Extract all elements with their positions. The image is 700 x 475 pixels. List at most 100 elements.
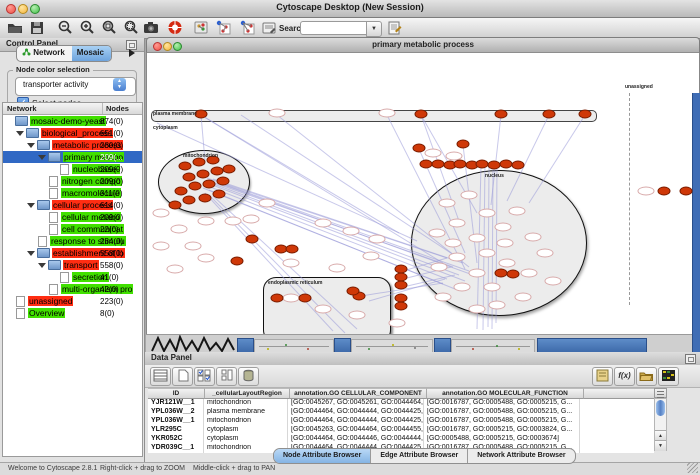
gene-node[interactable] [197, 170, 210, 179]
tree-row-overview[interactable]: Overview8(0) [3, 307, 142, 319]
app-resize-grip[interactable] [687, 462, 698, 473]
tab-mosaic[interactable]: Mosaic [72, 46, 111, 61]
tree-row-macromolecule[interactable]: macromolecule311(0) [3, 187, 142, 199]
gene-node-unselected[interactable] [185, 242, 202, 251]
gene-node-unselected[interactable] [479, 209, 496, 218]
gene-node-unselected[interactable] [283, 259, 300, 268]
tree-row-establishment-of-lo[interactable]: establishment of lo558(0) [3, 247, 142, 259]
gene-node-unselected[interactable] [315, 305, 332, 314]
gene-node-unselected[interactable] [429, 229, 446, 238]
attribute-table-icon[interactable] [150, 367, 171, 386]
tree-row-unassigned[interactable]: unassigned223(0) [3, 295, 142, 307]
gene-node[interactable] [217, 177, 230, 186]
gene-node-unselected[interactable] [171, 225, 188, 234]
gene-node-unselected[interactable] [259, 199, 276, 208]
table-menu-icon[interactable] [654, 388, 667, 398]
table-scrollbar[interactable]: ▲ ▼ [654, 398, 667, 451]
gene-node-unselected[interactable] [525, 233, 542, 242]
gene-node-unselected[interactable] [469, 269, 486, 278]
gene-node-unselected[interactable] [369, 235, 386, 244]
network-overview-icon[interactable] [192, 19, 210, 36]
gene-node[interactable] [246, 235, 259, 244]
tree-expand-arrow-icon[interactable] [27, 251, 35, 256]
gene-node-unselected[interactable] [431, 263, 448, 272]
gene-node-unselected[interactable] [449, 253, 466, 262]
snapshot-icon[interactable] [142, 19, 160, 36]
gene-node-unselected[interactable] [283, 294, 300, 303]
gene-node-unselected[interactable] [489, 301, 506, 310]
tree-row-multi-organism-pro[interactable]: multi-organism pro42(0) [3, 283, 142, 295]
gene-node-unselected[interactable] [509, 207, 526, 216]
tree-row-transport[interactable]: transport558(0) [3, 259, 142, 271]
gene-node[interactable] [457, 140, 470, 149]
gene-node[interactable] [658, 187, 671, 196]
gene-node[interactable] [495, 110, 508, 119]
column-header-annotation.GO CELLULAR_COMPONENT[interactable]: annotation.GO CELLULAR_COMPONENT [290, 388, 427, 399]
table-row-YJR121W__1[interactable]: YJR121W__1mitochondrion[GO:0045267, GO:0… [148, 399, 654, 408]
gene-node-unselected[interactable] [198, 217, 215, 226]
gene-node-unselected[interactable] [153, 242, 170, 251]
attribute-columns-icon[interactable] [216, 367, 237, 386]
tab-node-attribute-browser[interactable]: Node Attribute Browser [274, 449, 371, 463]
tree-row-nucleobase-[interactable]: nucleobase-209(0) [3, 163, 142, 175]
gene-node[interactable] [183, 196, 196, 205]
gene-node[interactable] [213, 190, 226, 199]
tree-row-cellular-metabo[interactable]: cellular metabo209(0) [3, 211, 142, 223]
save-session-icon[interactable] [28, 19, 46, 36]
gene-node[interactable] [183, 173, 196, 182]
table-row-YLR295C[interactable]: YLR295Ccytoplasm[GO:0045263, GO:0044464,… [148, 426, 654, 435]
column-header-_cellularLayoutRegion[interactable]: _cellularLayoutRegion [205, 388, 290, 399]
vizmapper-icon[interactable] [166, 19, 184, 36]
gene-node-unselected[interactable] [469, 234, 486, 243]
gene-node-unselected[interactable] [497, 239, 514, 248]
gene-node-unselected[interactable] [269, 109, 286, 118]
gene-node-unselected[interactable] [243, 215, 260, 224]
gene-node-unselected[interactable] [545, 277, 562, 286]
table-row-YPL036W__1[interactable]: YPL036W__1mitochondrion[GO:0044464, GO:0… [148, 417, 654, 426]
gene-node[interactable] [189, 182, 202, 191]
zoom-selected-icon[interactable] [100, 19, 118, 36]
attribute-editor-icon[interactable] [592, 367, 613, 386]
gene-node[interactable] [680, 187, 693, 196]
tree-header-nodes[interactable]: Nodes [103, 103, 129, 114]
gene-node-unselected[interactable] [499, 259, 516, 268]
zoom-in-icon[interactable] [78, 19, 96, 36]
zoom-fit-icon[interactable] [122, 19, 140, 36]
select-attributes-icon[interactable] [194, 367, 215, 386]
gene-node[interactable] [413, 144, 426, 153]
new-attribute-icon[interactable] [172, 367, 193, 386]
tree-row-secretion[interactable]: secretion41(0) [3, 271, 142, 283]
gene-node-unselected[interactable] [153, 209, 170, 218]
zoom-out-icon[interactable] [56, 19, 74, 36]
gene-node-unselected[interactable] [363, 252, 380, 261]
tree-expand-arrow-icon[interactable] [27, 203, 35, 208]
search-dropdown-icon[interactable]: ▼ [366, 21, 382, 37]
gene-node-unselected[interactable] [425, 149, 442, 158]
tree-row-response-to-stimulu[interactable]: response to stimulu264(0) [3, 235, 142, 247]
formula-builder-icon[interactable]: f(x) [614, 367, 635, 386]
gene-node[interactable] [543, 110, 556, 119]
import-attributes-icon[interactable] [636, 367, 657, 386]
table-row-YKR052C[interactable]: YKR052Ccytoplasm[GO:0044464, GO:0044446,… [148, 435, 654, 444]
tree-row-cell-communicat[interactable]: cell communicat22(0) [3, 223, 142, 235]
tree-row-cellular-process[interactable]: cellular process614(0) [3, 199, 142, 211]
gene-node[interactable] [579, 110, 592, 119]
gene-node-unselected[interactable] [515, 293, 532, 302]
gene-node-unselected[interactable] [329, 264, 346, 273]
tree-expand-arrow-icon[interactable] [27, 143, 35, 148]
scrollbar-thumb[interactable] [656, 400, 665, 416]
gene-node[interactable] [203, 180, 216, 189]
tree-row-mosaic-demo-yeast[interactable]: mosaic-demo-yeast874(0) [3, 115, 142, 127]
tree-expand-arrow-icon[interactable] [38, 155, 46, 160]
column-header-ID[interactable]: ID [148, 388, 205, 399]
tree-header-network[interactable]: Network [3, 103, 103, 114]
gene-node-unselected[interactable] [439, 199, 456, 208]
column-header-spacer[interactable] [584, 388, 654, 399]
gene-node-unselected[interactable] [495, 223, 512, 232]
gene-node-unselected[interactable] [379, 109, 396, 118]
annotation-icon[interactable] [260, 19, 278, 36]
gene-node[interactable] [179, 162, 192, 171]
tree-row-nitrogen-compo[interactable]: nitrogen compo209(0) [3, 175, 142, 187]
tab-network-attribute-browser[interactable]: Network Attribute Browser [468, 449, 574, 463]
gene-node-unselected[interactable] [479, 249, 496, 258]
